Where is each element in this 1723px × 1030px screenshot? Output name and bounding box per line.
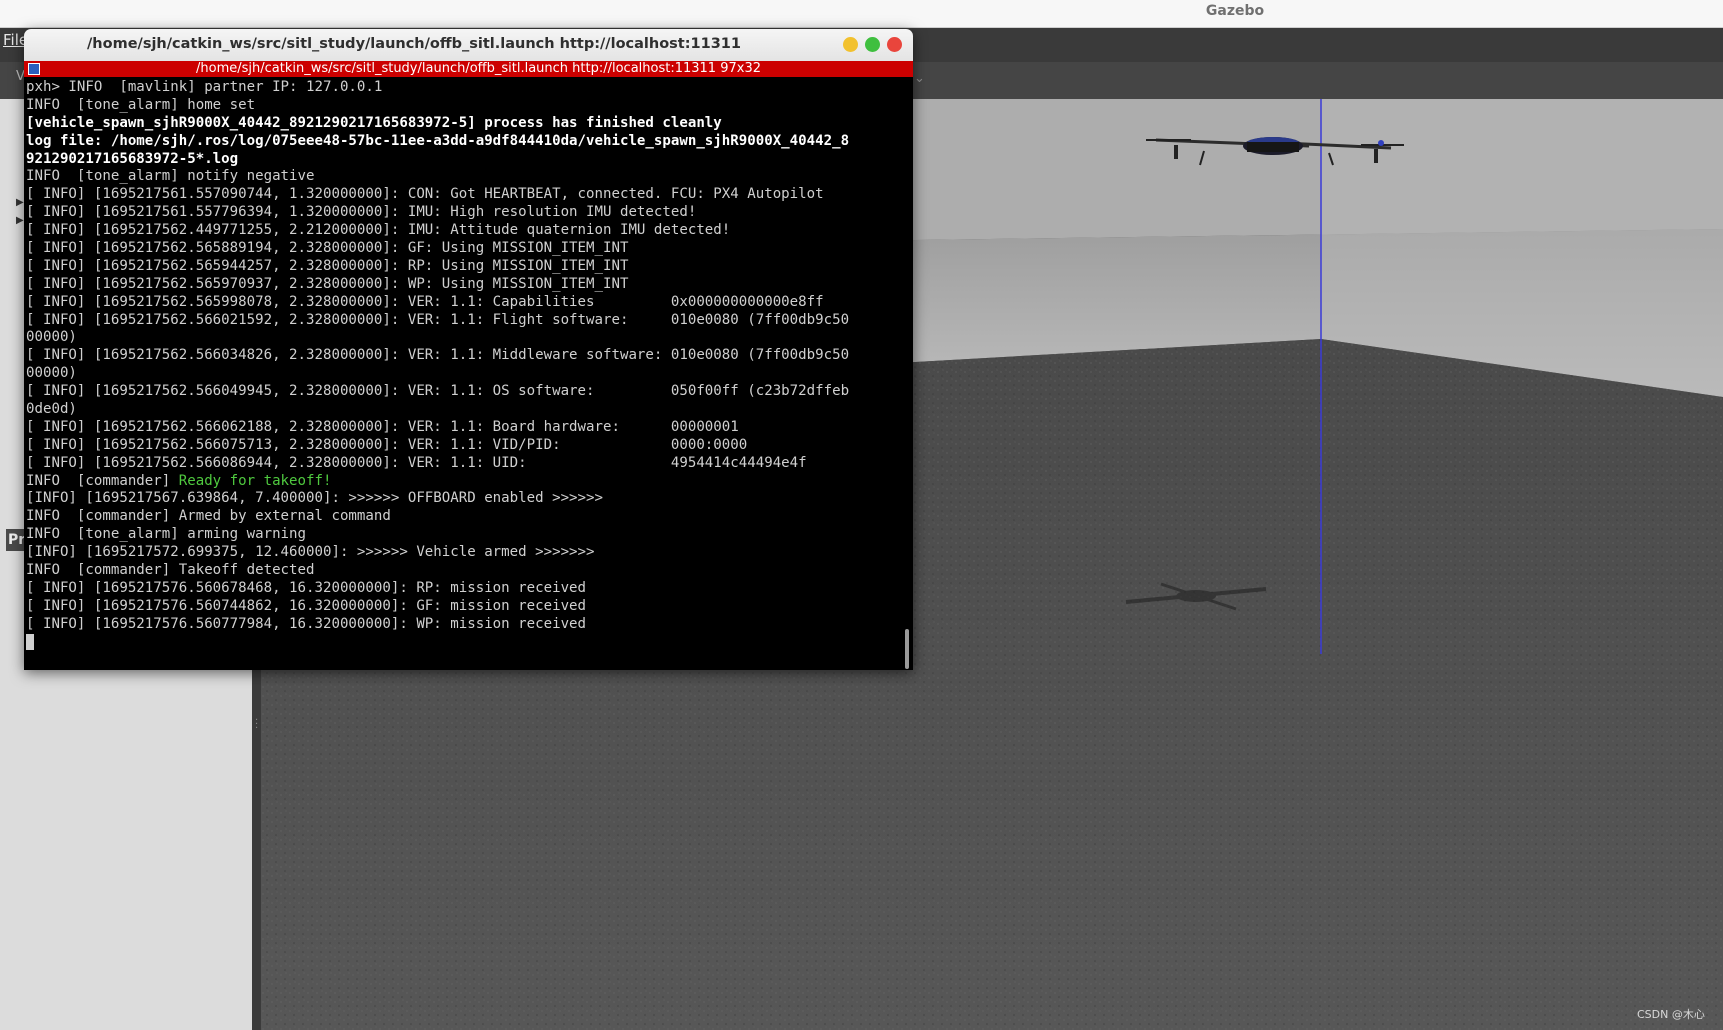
terminal-line-text: [INFO] [1695217572.699375, 12.460000]: >… (26, 544, 595, 561)
terminal-line: INFO [tone_alarm] arming warning (26, 526, 906, 544)
splitter-grip-icon[interactable]: · · · (255, 716, 258, 734)
terminal-line: INFO [commander] Ready for takeoff! (26, 473, 906, 491)
chevron-down-icon[interactable]: ⌄ (914, 71, 925, 86)
gazebo-window-title: Gazebo (1205, 3, 1265, 19)
terminal-line-text: [ INFO] [1695217562.566021592, 2.3280000… (26, 311, 850, 328)
terminal-line-text: [ INFO] [1695217561.557796394, 1.3200000… (26, 204, 697, 221)
terminal-line: [ INFO] [1695217576.560777984, 16.320000… (26, 616, 906, 634)
terminal-line: log file: /home/sjh/.ros/log/075eee48-57… (26, 133, 906, 151)
terminal-line: [ INFO] [1695217562.566049945, 2.3280000… (26, 383, 906, 401)
terminal-line-text: 00000) (26, 329, 77, 346)
terminal-line-text: [ INFO] [1695217562.565998078, 2.3280000… (26, 293, 824, 310)
watermark: CSDN @木心 (1637, 1008, 1705, 1021)
gazebo-titlebar: Gazebo (0, 0, 1723, 28)
terminal-line: [ INFO] [1695217562.565998078, 2.3280000… (26, 294, 906, 312)
terminal-line: [INFO] [1695217572.699375, 12.460000]: >… (26, 544, 906, 562)
terminal-line: 00000) (26, 365, 906, 383)
terminal-line: [ INFO] [1695217562.566062188, 2.3280000… (26, 419, 906, 437)
terminal-line-text: [ INFO] [1695217576.560744862, 16.320000… (26, 597, 587, 614)
terminal-line: 00000) (26, 329, 906, 347)
terminal-line-text: INFO [commander] (26, 472, 179, 489)
terminal-line: pxh> INFO [mavlink] partner IP: 127.0.0.… (26, 79, 906, 97)
terminal-line-text: [ INFO] [1695217562.449771255, 2.2120000… (26, 222, 731, 239)
minimize-button[interactable] (843, 37, 858, 52)
terminal-line: INFO [commander] Armed by external comma… (26, 508, 906, 526)
terminal-line-text: INFO [tone_alarm] home set (26, 96, 256, 113)
terminal-line-text: [ INFO] [1695217562.566086944, 2.3280000… (26, 454, 807, 471)
terminal-line: [ INFO] [1695217561.557090744, 1.3200000… (26, 186, 906, 204)
terminal-scrollbar[interactable] (905, 629, 909, 669)
maximize-button[interactable] (865, 37, 880, 52)
terminal-title: /home/sjh/catkin_ws/src/sitl_study/launc… (87, 36, 741, 52)
terminal-line: [ INFO] [1695217562.566086944, 2.3280000… (26, 455, 906, 473)
terminal-window[interactable]: /home/sjh/catkin_ws/src/sitl_study/launc… (24, 29, 913, 670)
terminal-line: [ INFO] [1695217576.560744862, 16.320000… (26, 598, 906, 616)
terminal-line-text: pxh> INFO [mavlink] partner IP: 127.0.0.… (26, 79, 383, 95)
terminal-line: [ INFO] [1695217561.557796394, 1.3200000… (26, 204, 906, 222)
terminal-line: [ INFO] [1695217562.565944257, 2.3280000… (26, 258, 906, 276)
terminal-prompt-line[interactable] (26, 633, 906, 652)
terminal-line-text: [INFO] [1695217567.639864, 7.400000]: >>… (26, 490, 603, 507)
terminal-line-text: [ INFO] [1695217562.566062188, 2.3280000… (26, 418, 739, 435)
terminal-line-text: [ INFO] [1695217562.565889194, 2.3280000… (26, 240, 629, 257)
terminal-line-text: [ INFO] [1695217562.566034826, 2.3280000… (26, 347, 850, 364)
terminal-line-text: 921290217165683972-5*.log (26, 150, 239, 167)
terminal-line-text: [ INFO] [1695217562.565944257, 2.3280000… (26, 257, 629, 274)
terminal-line: [ INFO] [1695217562.449771255, 2.2120000… (26, 222, 906, 240)
terminal-line: [ INFO] [1695217562.566075713, 2.3280000… (26, 437, 906, 455)
expand-arrow-icon[interactable]: ▶ (16, 197, 24, 208)
terminal-line-text: [ INFO] [1695217562.566049945, 2.3280000… (26, 383, 850, 400)
terminal-line-text: INFO [tone_alarm] notify negative (26, 168, 315, 185)
terminal-line-text: [vehicle_spawn_sjhR9000X_40442_892129021… (26, 114, 722, 131)
terminal-line: [ INFO] [1695217562.565889194, 2.3280000… (26, 240, 906, 258)
terminal-output[interactable]: pxh> INFO [mavlink] partner IP: 127.0.0.… (26, 79, 906, 667)
terminal-line: 0de0d) (26, 401, 906, 419)
terminal-line: INFO [commander] Takeoff detected (26, 562, 906, 580)
terminal-line-text: [ INFO] [1695217562.566075713, 2.3280000… (26, 436, 748, 453)
terminal-line-text: [ INFO] [1695217561.557090744, 1.3200000… (26, 186, 824, 203)
terminal-infobar: /home/sjh/catkin_ws/src/sitl_study/launc… (24, 61, 913, 77)
terminal-line-text: INFO [commander] Takeoff detected (26, 562, 315, 579)
terminal-cursor (26, 633, 34, 650)
terminal-line-text: [ INFO] [1695217576.560678468, 16.320000… (26, 579, 587, 596)
terminal-line-text: [ INFO] [1695217576.560777984, 16.320000… (26, 615, 587, 632)
terminal-highlight-text: Ready for takeoff! (178, 472, 332, 489)
terminal-line-text: INFO [tone_alarm] arming warning (26, 526, 307, 543)
terminal-titlebar[interactable]: /home/sjh/catkin_ws/src/sitl_study/launc… (24, 29, 913, 62)
terminal-line: [vehicle_spawn_sjhR9000X_40442_892129021… (26, 115, 906, 133)
terminal-line-text: log file: /home/sjh/.ros/log/075eee48-57… (26, 132, 850, 149)
terminal-line-text: 00000) (26, 365, 77, 382)
terminal-infobar-text: /home/sjh/catkin_ws/src/sitl_study/launc… (196, 61, 761, 76)
terminal-line-text: 0de0d) (26, 401, 77, 418)
terminal-line: 921290217165683972-5*.log (26, 151, 906, 169)
terminal-line-text: [ INFO] [1695217562.565970937, 2.3280000… (26, 275, 629, 292)
terminal-line: [INFO] [1695217567.639864, 7.400000]: >>… (26, 490, 906, 508)
close-button[interactable] (887, 37, 902, 52)
expand-arrow-icon[interactable]: ▶ (16, 215, 24, 226)
terminal-line: INFO [tone_alarm] home set (26, 97, 906, 115)
terminal-line: INFO [tone_alarm] notify negative (26, 168, 906, 186)
terminal-line: [ INFO] [1695217562.566034826, 2.3280000… (26, 347, 906, 365)
terminal-line: [ INFO] [1695217562.565970937, 2.3280000… (26, 276, 906, 294)
terminal-line: [ INFO] [1695217562.566021592, 2.3280000… (26, 312, 906, 330)
terminal-line: [ INFO] [1695217576.560678468, 16.320000… (26, 580, 906, 598)
terminal-line-text: INFO [commander] Armed by external comma… (26, 508, 391, 525)
